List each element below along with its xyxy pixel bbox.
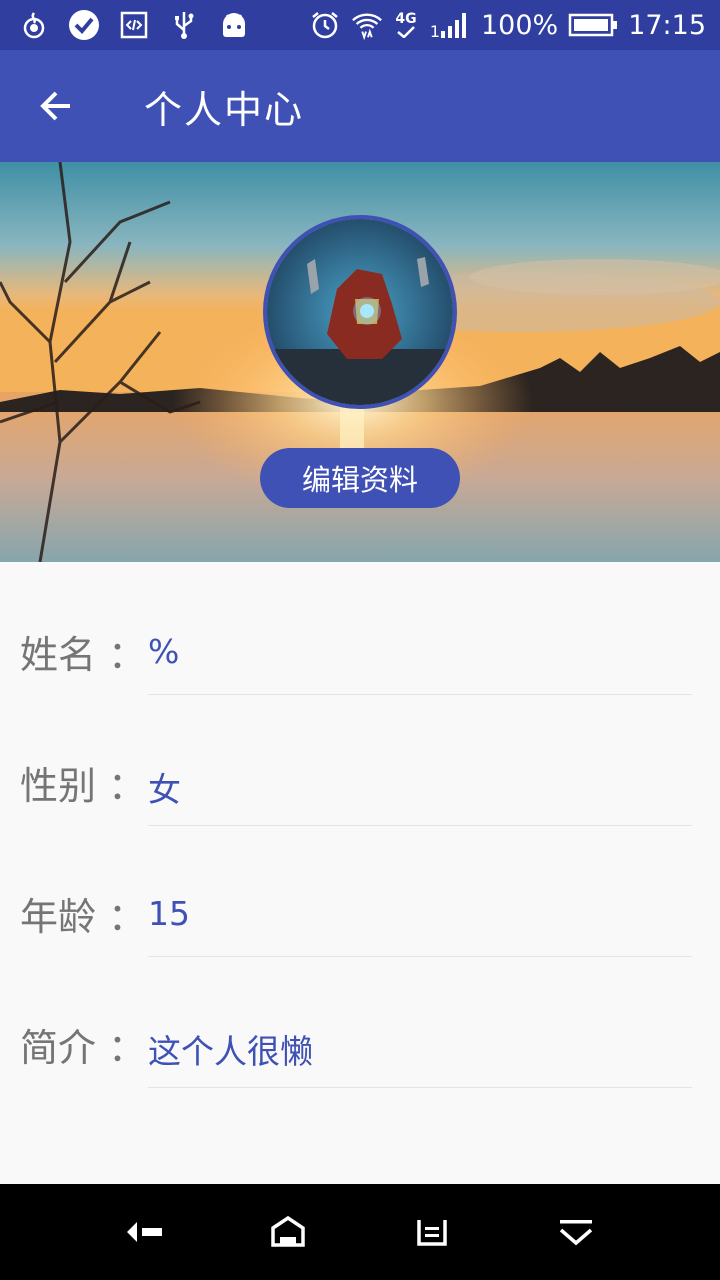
bio-value[interactable]: 这个人很懒 bbox=[148, 1025, 313, 1073]
nav-dropdown-icon bbox=[559, 1220, 593, 1246]
age-value[interactable]: 15 bbox=[148, 894, 190, 933]
wifi-icon bbox=[351, 9, 383, 41]
arrow-back-icon bbox=[40, 91, 70, 121]
age-label: 年龄 bbox=[20, 895, 97, 939]
battery-icon bbox=[568, 9, 618, 41]
4g-icon: 4G bbox=[393, 9, 419, 41]
nav-recents-button[interactable] bbox=[402, 1202, 462, 1262]
age-colon: ： bbox=[108, 895, 147, 939]
bio-field[interactable]: 简介 ： 这个人很懒 bbox=[20, 995, 692, 1088]
alarm-icon bbox=[309, 9, 341, 41]
avatar-image bbox=[267, 219, 453, 405]
gender-value[interactable]: 女 bbox=[148, 763, 181, 811]
back-button[interactable] bbox=[20, 70, 92, 142]
name-underline bbox=[148, 694, 692, 695]
status-bar-system: 4G 1 100% 17:15 bbox=[309, 9, 720, 41]
age-field[interactable]: 年龄 ： 15 bbox=[20, 864, 692, 957]
status-bar: 4G 1 100% 17:15 bbox=[0, 0, 720, 50]
user-avatar[interactable] bbox=[263, 215, 457, 409]
page-title: 个人中心 bbox=[144, 87, 305, 132]
bio-underline bbox=[148, 1087, 692, 1088]
app-bar: 个人中心 bbox=[0, 50, 720, 162]
nav-home-icon bbox=[271, 1216, 305, 1247]
network-label: 4G bbox=[395, 11, 417, 27]
clock: 17:15 bbox=[628, 9, 706, 41]
android-icon bbox=[218, 9, 250, 41]
name-value[interactable]: % bbox=[148, 632, 179, 671]
code-icon bbox=[118, 9, 150, 41]
nav-back-button[interactable] bbox=[114, 1202, 174, 1262]
nav-dropdown-button[interactable] bbox=[546, 1202, 606, 1262]
gender-field[interactable]: 性别 ： 女 bbox=[20, 733, 692, 826]
status-bar-notifications bbox=[0, 9, 250, 41]
system-nav-bar bbox=[0, 1184, 720, 1280]
signal-icon: 1 bbox=[429, 9, 471, 41]
nav-recents-icon bbox=[417, 1220, 447, 1246]
name-label: 姓名 bbox=[20, 633, 97, 677]
nav-home-button[interactable] bbox=[258, 1202, 318, 1262]
gender-colon: ： bbox=[108, 764, 147, 808]
age-underline bbox=[148, 956, 692, 957]
signal-label: 1 bbox=[429, 22, 441, 41]
name-field[interactable]: 姓名 ： % bbox=[20, 602, 692, 695]
bio-colon: ： bbox=[108, 1026, 147, 1070]
usb-icon bbox=[168, 9, 200, 41]
name-colon: ： bbox=[108, 633, 147, 677]
profile-header-background: 编辑资料 bbox=[0, 162, 720, 562]
edit-profile-button[interactable]: 编辑资料 bbox=[260, 448, 460, 508]
bio-label: 简介 bbox=[20, 1026, 97, 1070]
nav-back-icon bbox=[127, 1222, 162, 1242]
check-circle-icon bbox=[68, 9, 100, 41]
gender-label: 性别 bbox=[20, 764, 97, 808]
battery-percent: 100% bbox=[480, 9, 559, 41]
gender-underline bbox=[148, 825, 692, 826]
flame-app-icon bbox=[18, 9, 50, 41]
